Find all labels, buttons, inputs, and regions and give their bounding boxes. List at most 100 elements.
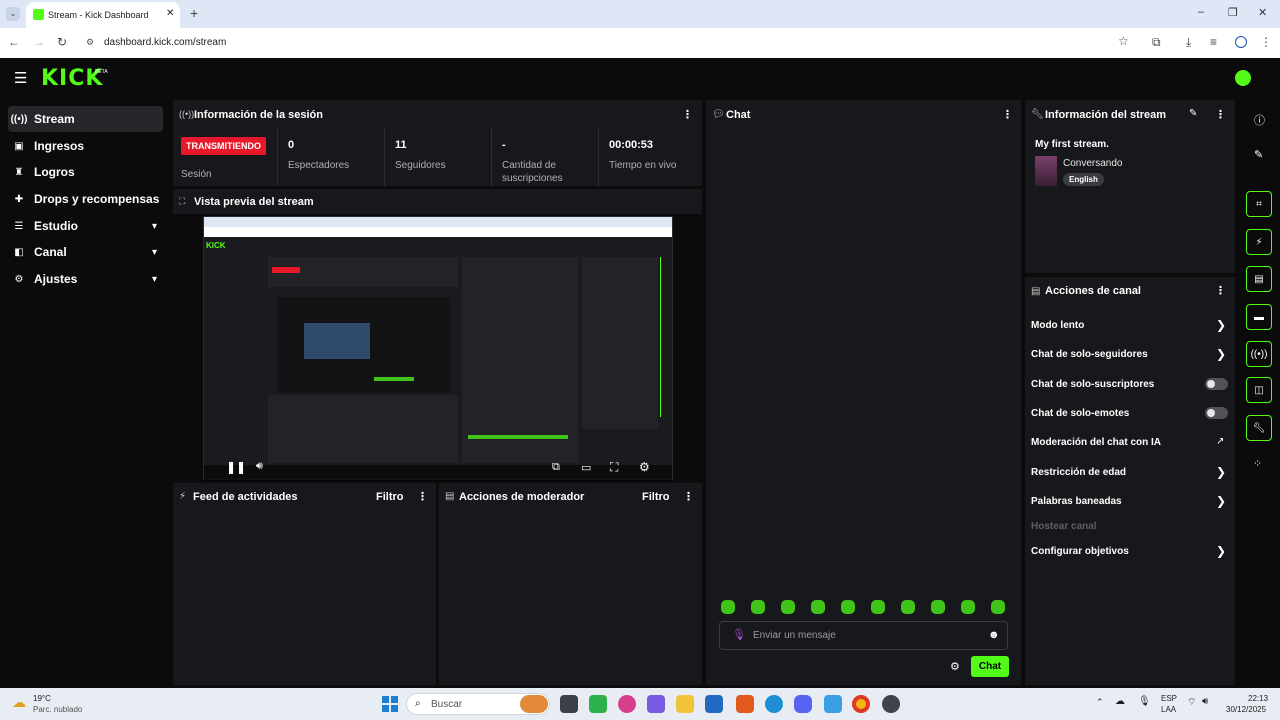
chat-bubble-icon[interactable]: ▬ bbox=[1246, 304, 1272, 330]
edit-pencil-icon[interactable]: ✎ bbox=[1254, 148, 1263, 161]
chat-input[interactable]: 🎙︎ Enviar un mensaje ☻ bbox=[719, 621, 1008, 650]
stream-info-menu-icon[interactable]: ⋮ bbox=[1215, 108, 1226, 121]
browser-tab[interactable]: Stream - Kick Dashboard ✕ bbox=[26, 2, 180, 28]
chevron-right-icon[interactable]: ❯ bbox=[1216, 494, 1226, 508]
chat-emote[interactable] bbox=[751, 600, 765, 614]
layout-icon[interactable]: ◫ bbox=[1246, 377, 1272, 403]
sidebar-item-stream[interactable]: ((•)) Stream bbox=[8, 106, 163, 132]
category-thumbnail[interactable] bbox=[1035, 156, 1057, 186]
site-info-icon[interactable]: ⚙ bbox=[86, 37, 94, 48]
chat-emote[interactable] bbox=[811, 600, 825, 614]
close-tab-icon[interactable]: ✕ bbox=[166, 8, 174, 19]
chat-emote[interactable] bbox=[931, 600, 945, 614]
windows-start-icon[interactable] bbox=[382, 696, 398, 712]
activity-filter-button[interactable]: Filtro bbox=[376, 491, 404, 503]
volume-icon[interactable]: 🔊︎ bbox=[256, 460, 263, 473]
chat-settings-gear-icon[interactable]: ⚙ bbox=[950, 660, 960, 673]
moderator-filter-button[interactable]: Filtro bbox=[642, 491, 670, 503]
subscribers-only-toggle[interactable] bbox=[1205, 378, 1228, 390]
extensions-icon[interactable]: ⧉ bbox=[1152, 35, 1161, 50]
activity-menu-icon[interactable]: ⋮ bbox=[417, 490, 428, 503]
wrench-icon[interactable]: 🔧︎ bbox=[1246, 415, 1272, 441]
taskbar-app-green-icon[interactable] bbox=[589, 695, 607, 713]
action-ai-moderation[interactable]: Moderación del chat con IA bbox=[1031, 437, 1161, 448]
sidebar-item-ajustes[interactable]: ⚙ Ajustes ▾ bbox=[8, 266, 163, 292]
pause-icon[interactable]: ❚❚ bbox=[226, 460, 246, 474]
chat-emote[interactable] bbox=[781, 600, 795, 614]
url-field[interactable]: dashboard.kick.com/stream bbox=[104, 37, 226, 48]
taskbar-app-store-icon[interactable] bbox=[705, 695, 723, 713]
maximize-button[interactable]: ❐ bbox=[1228, 6, 1238, 19]
info-icon[interactable]: ⓘ bbox=[1254, 112, 1265, 128]
taskbar-app-circle-icon[interactable] bbox=[618, 695, 636, 713]
taskbar-app-blue-icon[interactable] bbox=[824, 695, 842, 713]
media-icon[interactable]: ≡ bbox=[1210, 35, 1217, 49]
action-banned-words[interactable]: Palabras baneadas bbox=[1031, 496, 1122, 507]
bookmark-star-icon[interactable]: ☆ bbox=[1118, 34, 1129, 48]
chat-menu-icon[interactable]: ⋮ bbox=[1002, 108, 1013, 121]
sidebar-item-estudio[interactable]: ☰ Estudio ▾ bbox=[8, 213, 163, 239]
tab-search-button[interactable]: ⌄ bbox=[6, 7, 20, 21]
chat-emote[interactable] bbox=[871, 600, 885, 614]
broadcast-icon[interactable]: ((•)) bbox=[1246, 341, 1272, 367]
tray-expand-icon[interactable]: ⌃ bbox=[1096, 697, 1104, 708]
chat-emote[interactable] bbox=[991, 600, 1005, 614]
emotes-only-toggle[interactable] bbox=[1205, 407, 1228, 419]
chat-send-button[interactable]: Chat bbox=[971, 656, 1009, 677]
volume-icon[interactable]: 🔊︎ bbox=[1202, 696, 1208, 707]
channel-actions-menu-icon[interactable]: ⋮ bbox=[1215, 284, 1226, 297]
session-menu-icon[interactable]: ⋮ bbox=[682, 108, 693, 121]
emoji-icon[interactable]: ☻ bbox=[988, 629, 1000, 641]
action-age-restriction[interactable]: Restricción de edad bbox=[1031, 467, 1126, 478]
fullscreen-icon[interactable]: ⛶ bbox=[610, 460, 618, 475]
chevron-right-icon[interactable]: ❯ bbox=[1216, 347, 1226, 361]
chat-emote[interactable] bbox=[721, 600, 735, 614]
sidebar-item-canal[interactable]: ◧ Canal ▾ bbox=[8, 239, 163, 265]
weather-temp[interactable]: 19°C bbox=[33, 694, 51, 703]
sidebar-item-logros[interactable]: ♜ Logros bbox=[8, 159, 163, 185]
taskbar-app-obs-icon[interactable] bbox=[882, 695, 900, 713]
wifi-icon[interactable]: ⌔ bbox=[1187, 696, 1196, 709]
new-tab-button[interactable]: + bbox=[190, 5, 198, 21]
action-followers-only[interactable]: Chat de solo-seguidores bbox=[1031, 349, 1148, 360]
category-name[interactable]: Conversando bbox=[1063, 158, 1122, 169]
taskbar-app-folder-icon[interactable] bbox=[676, 695, 694, 713]
download-icon[interactable]: ⤓ bbox=[1186, 35, 1191, 50]
edit-pencil-icon[interactable]: ✎ bbox=[1189, 108, 1197, 119]
moderator-menu-icon[interactable]: ⋮ bbox=[683, 490, 694, 503]
clipboard-icon[interactable]: ▤ bbox=[1246, 266, 1272, 292]
chevron-right-icon[interactable]: ❯ bbox=[1216, 318, 1226, 332]
external-link-icon[interactable]: ↗ bbox=[1216, 436, 1224, 447]
lightning-icon[interactable]: ⚡︎ bbox=[1246, 229, 1272, 255]
apps-icon[interactable]: ⁘ bbox=[1253, 457, 1262, 470]
network-icon[interactable]: ☁ bbox=[1115, 696, 1125, 707]
chevron-right-icon[interactable]: ❯ bbox=[1216, 544, 1226, 558]
clock-time[interactable]: 22:13 bbox=[1248, 694, 1268, 703]
taskbar-app-chrome-icon[interactable] bbox=[852, 695, 870, 713]
screenshot-icon[interactable]: ⌗ bbox=[1246, 191, 1272, 217]
sidebar-item-drops[interactable]: ✚ Drops y recompensas bbox=[8, 186, 163, 212]
close-window-button[interactable]: ✕ bbox=[1258, 6, 1267, 19]
action-slow-mode[interactable]: Modo lento bbox=[1031, 320, 1084, 331]
taskbar-app-discord-icon[interactable] bbox=[794, 695, 812, 713]
chat-emote[interactable] bbox=[841, 600, 855, 614]
minimize-button[interactable]: – bbox=[1198, 6, 1204, 18]
action-configure-goals[interactable]: Configurar objetivos bbox=[1031, 546, 1129, 557]
taskbar-app-terminal-icon[interactable] bbox=[560, 695, 578, 713]
menu-kebab-icon[interactable]: ⋮ bbox=[1260, 35, 1272, 49]
hamburger-menu-icon[interactable]: ☰ bbox=[14, 69, 27, 87]
reload-icon[interactable]: ↻ bbox=[57, 35, 67, 49]
profile-icon[interactable] bbox=[1235, 36, 1247, 48]
settings-gear-icon[interactable]: ⚙ bbox=[639, 460, 650, 474]
user-avatar[interactable] bbox=[1235, 70, 1251, 86]
taskbar-app-widget-icon[interactable] bbox=[520, 695, 548, 713]
chevron-right-icon[interactable]: ❯ bbox=[1216, 465, 1226, 479]
microphone-icon[interactable]: 🎙︎ bbox=[732, 628, 746, 641]
microphone-icon[interactable]: 🎙︎ bbox=[1138, 696, 1151, 707]
stream-video-player[interactable]: KICK ❚❚ 🔊︎ ⧉ ▭ ⛶ ⚙ bbox=[203, 216, 673, 481]
chat-emote[interactable] bbox=[901, 600, 915, 614]
taskbar-app-numbered-icon[interactable] bbox=[736, 695, 754, 713]
back-icon[interactable]: ← bbox=[8, 35, 20, 49]
taskbar-app-copilot-icon[interactable] bbox=[647, 695, 665, 713]
sidebar-item-ingresos[interactable]: ▣ Ingresos bbox=[8, 133, 163, 159]
